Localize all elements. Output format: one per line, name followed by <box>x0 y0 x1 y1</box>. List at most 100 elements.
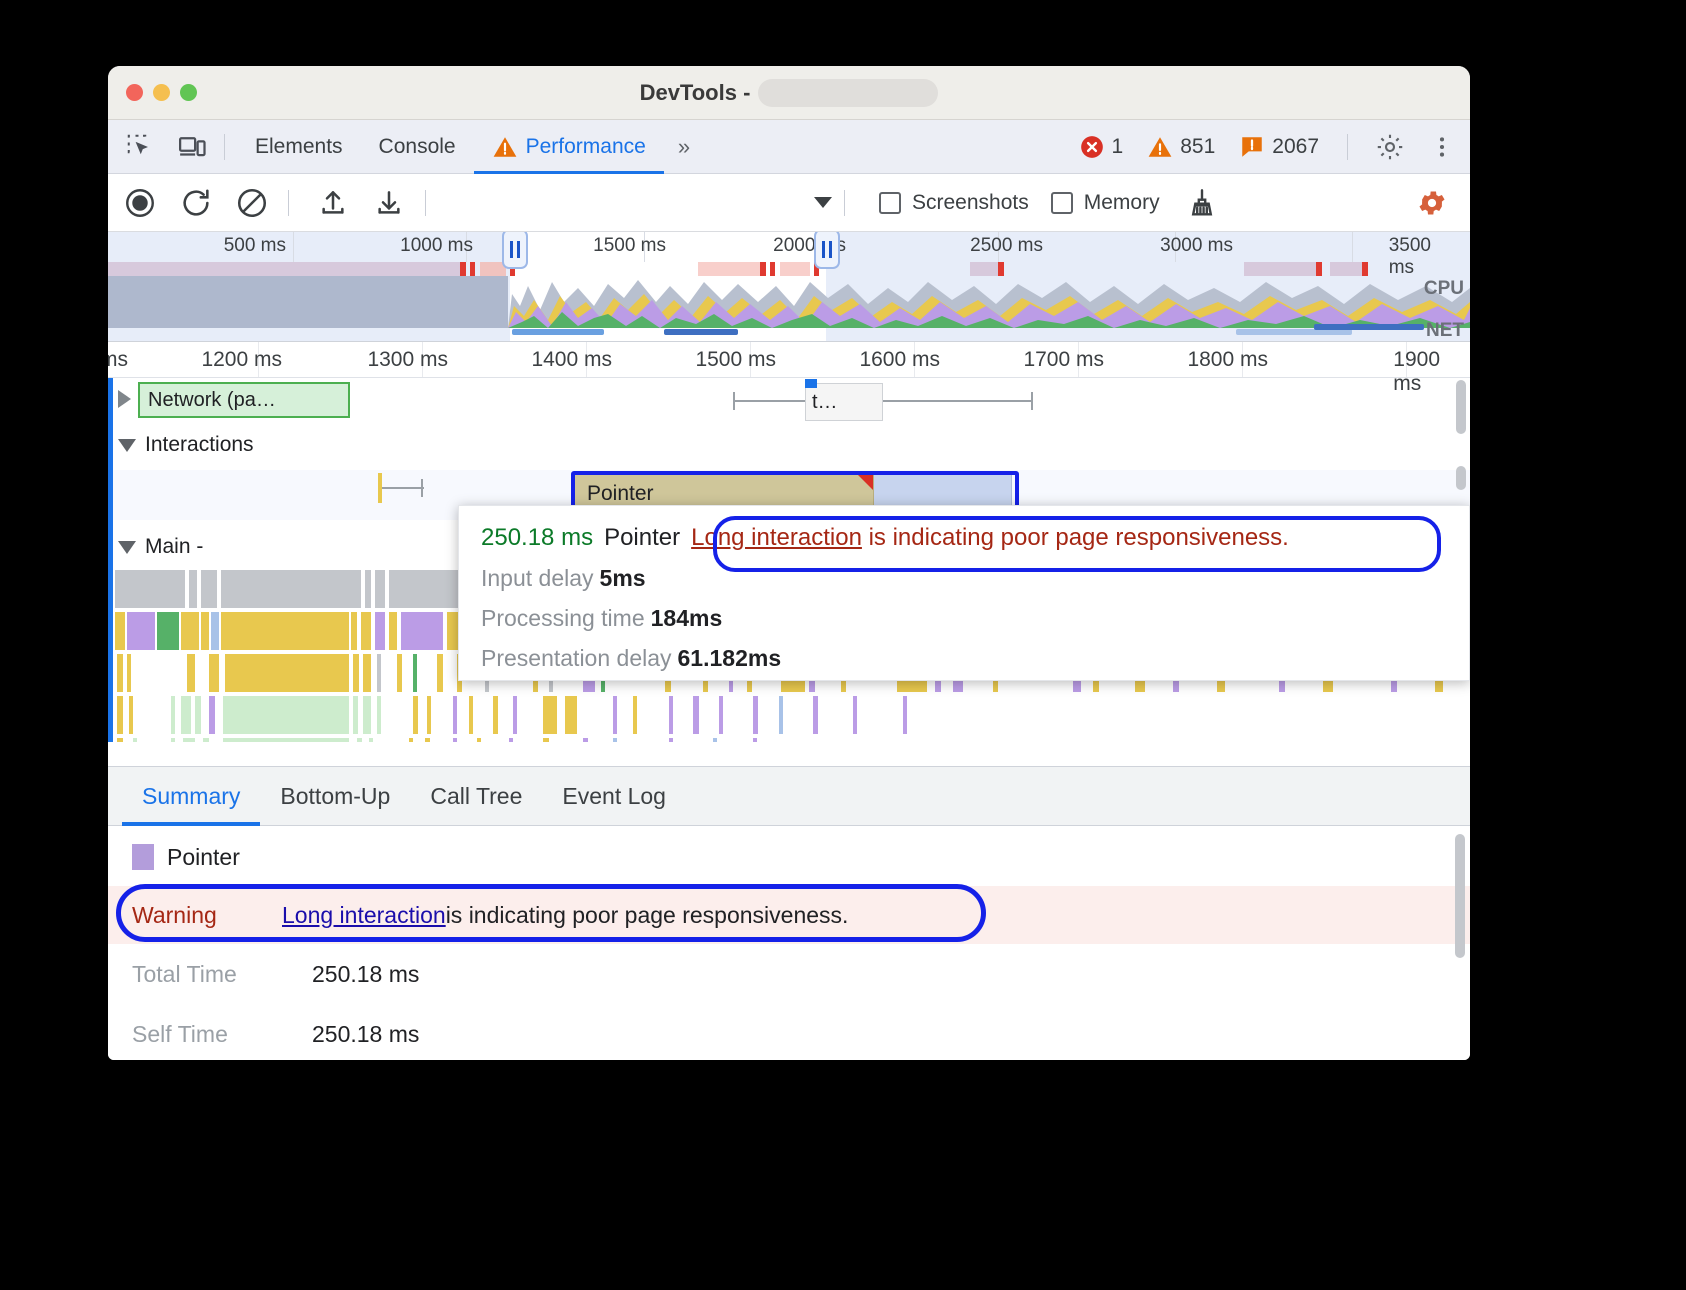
device-toolbar-icon[interactable] <box>172 127 212 167</box>
memory-checkbox-box[interactable] <box>1051 192 1073 214</box>
timing-marker-box[interactable]: t… <box>805 383 883 421</box>
issue-counters: 1 851 2067 <box>1071 125 1470 169</box>
memory-checkbox[interactable]: Memory <box>1051 191 1160 215</box>
gear-icon-blue[interactable] <box>1408 179 1456 227</box>
tooltip-warning-link[interactable]: Long interaction <box>691 524 862 551</box>
tab-event-log[interactable]: Event Log <box>542 766 686 826</box>
flame-chart-scrollbar-dot[interactable] <box>1456 466 1466 490</box>
warning-counter[interactable]: 851 <box>1139 134 1223 160</box>
summary-scrollbar-thumb[interactable] <box>1455 834 1465 958</box>
tab-call-tree[interactable]: Call Tree <box>410 766 542 826</box>
overview-selection-handle-right[interactable] <box>814 232 840 269</box>
rec-divider-1 <box>288 190 289 216</box>
warning-link[interactable]: Long interaction <box>282 902 446 929</box>
track-header-interactions[interactable]: Interactions <box>108 422 254 468</box>
info-count: 2067 <box>1272 135 1319 159</box>
error-counter[interactable]: 1 <box>1071 134 1132 160</box>
tooltip-row-presentation-delay: Presentation delay61.182ms <box>481 645 1447 672</box>
fc-tick-6: 1700 ms <box>1023 348 1112 372</box>
memory-checkbox-label: Memory <box>1084 191 1160 215</box>
tooltip-row-processing-time-key: Processing time <box>481 605 645 631</box>
fc-tick-0: ms <box>108 348 136 372</box>
warning-rest-text: is indicating poor page responsiveness. <box>446 902 849 929</box>
overview-tick-1: 1000 ms <box>400 235 480 257</box>
upload-profile-icon[interactable] <box>309 179 357 227</box>
record-icon[interactable] <box>116 179 164 227</box>
info-counter[interactable]: 2067 <box>1231 134 1327 160</box>
summary-event-row: Pointer <box>108 828 1470 886</box>
pointer-event-label: Pointer <box>587 482 654 506</box>
tab-event-log-label: Event Log <box>562 783 666 809</box>
selection-rail <box>108 378 113 742</box>
chevron-right-icon[interactable] <box>118 390 131 408</box>
track-header-interactions-label: Interactions <box>145 433 254 457</box>
minimize-button[interactable] <box>153 84 170 101</box>
download-profile-icon[interactable] <box>365 179 413 227</box>
summary-self-time-row: Self Time 250.18 ms <box>108 1004 1470 1060</box>
chevron-down-icon[interactable] <box>118 541 136 554</box>
tooltip-row-presentation-delay-value: 61.182ms <box>678 645 782 671</box>
event-tooltip: 250.18 ms Pointer Long interaction is in… <box>458 505 1470 681</box>
overview-tick-5: 3000 ms <box>1160 235 1240 257</box>
minor-interaction-cap <box>421 479 423 497</box>
tab-performance[interactable]: Performance <box>474 120 664 174</box>
tooltip-warning-text: Long interaction is indicating poor page… <box>691 524 1289 552</box>
network-track-label: Network (pa… <box>148 389 276 412</box>
tab-elements[interactable]: Elements <box>237 120 361 174</box>
flame-chart-pane[interactable]: ms 1200 ms 1300 ms 1400 ms 1500 ms 1600 … <box>108 342 1470 742</box>
fc-tick-7: 1800 ms <box>1187 348 1276 372</box>
minor-interaction-line <box>380 487 424 489</box>
summary-event-name: Pointer <box>167 844 240 871</box>
flame-chart-ruler: ms 1200 ms 1300 ms 1400 ms 1500 ms 1600 … <box>108 342 1470 378</box>
fc-tick-3: 1400 ms <box>531 348 620 372</box>
warning-icon <box>492 134 518 160</box>
timeline-overview[interactable]: 500 ms 1000 ms 1500 ms 2000 ms 2500 ms 3… <box>108 232 1470 342</box>
tooltip-row-input-delay-key: Input delay <box>481 565 594 591</box>
screenshots-checkbox[interactable]: Screenshots <box>879 191 1029 215</box>
tab-bottom-up[interactable]: Bottom-Up <box>260 766 410 826</box>
overview-selection-handle-left[interactable] <box>502 232 528 269</box>
network-track-bar[interactable]: Network (pa… <box>138 382 350 418</box>
toolbar-divider <box>224 134 225 160</box>
more-tabs-button[interactable]: » <box>664 134 702 160</box>
overview-network-strip <box>108 262 1470 276</box>
fc-tick-5: 1600 ms <box>859 348 948 372</box>
self-time-value: 250.18 ms <box>312 1021 419 1048</box>
window-title: DevTools - <box>640 80 751 106</box>
maximize-button[interactable] <box>180 84 197 101</box>
inspect-element-icon[interactable] <box>120 127 160 167</box>
broom-icon[interactable] <box>1178 179 1226 227</box>
timing-marker-cap-left <box>733 392 735 410</box>
screenshots-checkbox-box[interactable] <box>879 192 901 214</box>
devtools-tab-strip: Elements Console Performance » 1 85 <box>108 120 1470 174</box>
flame-chart-scrollbar-thumb[interactable] <box>1456 380 1466 434</box>
total-time-value: 250.18 ms <box>312 961 419 988</box>
issue-icon <box>1239 134 1265 160</box>
traffic-lights <box>126 84 197 101</box>
fc-tick-1: 1200 ms <box>201 348 290 372</box>
track-header-main[interactable]: Main - <box>108 524 203 570</box>
rec-divider-2 <box>425 190 426 216</box>
tab-elements-label: Elements <box>255 120 343 174</box>
tab-summary[interactable]: Summary <box>122 766 260 826</box>
tab-bottom-up-label: Bottom-Up <box>280 783 390 809</box>
gear-icon[interactable] <box>1368 125 1412 169</box>
overview-tick-4: 2500 ms <box>970 235 1050 257</box>
kebab-menu-icon[interactable] <box>1420 125 1464 169</box>
tooltip-row-processing-time: Processing time184ms <box>481 605 1447 632</box>
tab-console[interactable]: Console <box>361 120 474 174</box>
reload-and-record-icon[interactable] <box>172 179 220 227</box>
clear-recording-icon[interactable] <box>228 179 276 227</box>
warning-icon <box>1147 134 1173 160</box>
overview-tick-0: 500 ms <box>224 235 293 257</box>
tooltip-row-input-delay: Input delay5ms <box>481 565 1447 592</box>
chevron-down-icon[interactable] <box>118 439 136 452</box>
profile-select[interactable] <box>452 186 832 220</box>
close-button[interactable] <box>126 84 143 101</box>
rec-divider-3 <box>844 190 845 216</box>
warning-triangle-icon <box>857 474 873 490</box>
overview-net-label: NET <box>1426 320 1464 342</box>
tooltip-row-input-delay-value: 5ms <box>600 565 646 591</box>
timing-marker-line <box>733 400 1033 402</box>
tooltip-row-processing-time-value: 184ms <box>651 605 723 631</box>
